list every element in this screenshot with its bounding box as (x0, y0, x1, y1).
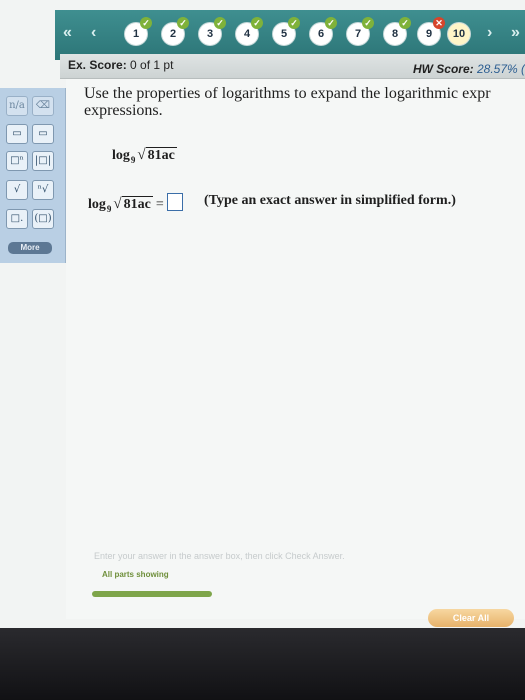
correct-check-icon: ✓ (288, 17, 300, 29)
radical: √ 81ac (113, 196, 153, 212)
interval-template-icon[interactable]: (□) (32, 209, 54, 229)
exponent-template-icon[interactable]: □ⁿ (6, 151, 28, 171)
exercise-score: Ex. Score: 0 of 1 pt (68, 58, 174, 72)
mixed-number-icon[interactable]: ▭ (32, 124, 54, 144)
parts-showing-label: All parts showing (102, 570, 169, 579)
score-bar: Ex. Score: 0 of 1 pt HW Score: 28.57% ( (60, 54, 525, 79)
fraction-template-icon[interactable]: ▭ (6, 124, 28, 144)
palette-tool-disabled: n/a (6, 96, 28, 116)
decimal-template-icon[interactable]: □. (6, 209, 28, 229)
math-palette: n/a ⌫ ▭ ▭ □ⁿ |□| √ ⁿ√ □. (□) More (0, 88, 66, 263)
correct-check-icon: ✓ (177, 17, 189, 29)
question-instruction: Use the properties of logarithms to expa… (84, 85, 491, 119)
nth-root-icon[interactable]: ⁿ√ (32, 180, 54, 200)
question-bubble-1[interactable]: 1 ✓ (125, 17, 152, 45)
question-navigation: « ‹ 1 ✓ 2 ✓ 3 ✓ 4 ✓ 5 ✓ 6 ✓ 7 ✓ 8 ✓ 9 ✕ 10 › » (55, 10, 525, 60)
correct-check-icon: ✓ (140, 17, 152, 29)
monitor-bezel (0, 628, 525, 700)
question-bubble-10[interactable]: 10 (448, 23, 470, 45)
answer-input[interactable] (166, 193, 183, 211)
correct-check-icon: ✓ (399, 17, 411, 29)
correct-check-icon: ✓ (325, 17, 337, 29)
footer-instructions: Enter your answer in the answer box, the… (94, 551, 345, 561)
absolute-value-icon[interactable]: |□| (32, 151, 54, 171)
clear-all-button[interactable]: Clear All (428, 609, 514, 627)
answer-expression: log9 √ 81ac = (88, 193, 183, 214)
correct-check-icon: ✓ (214, 17, 226, 29)
question-bubble-6[interactable]: 6 ✓ (310, 17, 337, 45)
question-bubble-5[interactable]: 5 ✓ (273, 17, 300, 45)
question-content: Use the properties of logarithms to expa… (66, 79, 525, 627)
correct-check-icon: ✓ (362, 17, 374, 29)
previous-question-icon[interactable]: ‹ (91, 24, 96, 42)
next-question-icon[interactable]: › (487, 24, 492, 42)
given-expression: log9 √ 81ac (112, 147, 177, 165)
incorrect-x-icon: ✕ (433, 17, 445, 29)
last-question-icon[interactable]: » (511, 24, 520, 42)
correct-check-icon: ✓ (251, 17, 263, 29)
homework-score: HW Score: 28.57% ( (412, 62, 525, 76)
question-bubble-3[interactable]: 3 ✓ (199, 17, 226, 45)
progress-bar (92, 591, 212, 597)
screen: « ‹ 1 ✓ 2 ✓ 3 ✓ 4 ✓ 5 ✓ 6 ✓ 7 ✓ 8 ✓ 9 ✕ 10 › » Ex… (0, 0, 525, 628)
question-bubble-9[interactable]: 9 ✕ (418, 17, 445, 45)
question-bubble-8[interactable]: 8 ✓ (384, 17, 411, 45)
more-button[interactable]: More (8, 242, 52, 254)
first-question-icon[interactable]: « (63, 24, 72, 42)
radical: √ 81ac (137, 147, 177, 163)
palette-tool-disabled: ⌫ (32, 96, 54, 116)
square-root-icon[interactable]: √ (6, 180, 28, 200)
question-bubble-2[interactable]: 2 ✓ (162, 17, 189, 45)
question-bubble-4[interactable]: 4 ✓ (236, 17, 263, 45)
question-bubble-7[interactable]: 7 ✓ (347, 17, 374, 45)
answer-format-hint: (Type an exact answer in simplified form… (204, 193, 456, 208)
